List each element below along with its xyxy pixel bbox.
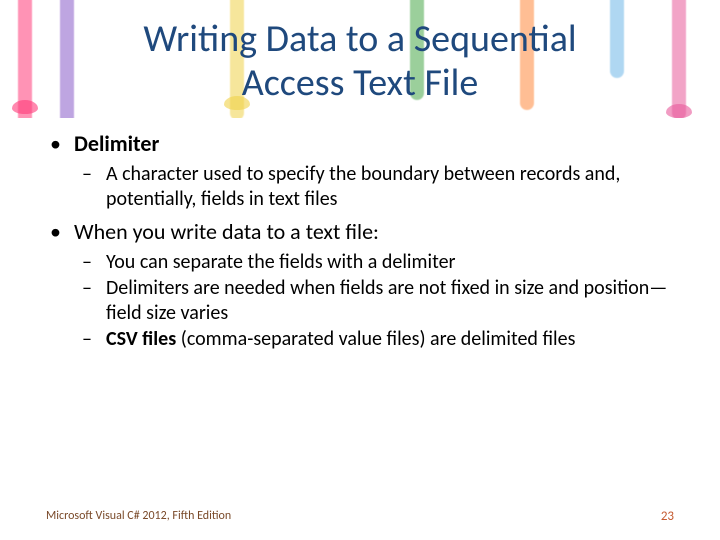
bullet-label: Delimiter [74, 130, 159, 157]
title-line-1: Writing Data to a Sequential [143, 16, 576, 62]
bullet-write-data: When you write data to a text file: You … [46, 219, 674, 351]
bullet-delimiter: Delimiter A character used to specify th… [46, 131, 674, 211]
slide-title: Writing Data to a Sequential Access Text… [0, 0, 720, 105]
bullet-label: When you write data to a text file: [74, 218, 379, 245]
sub-bullet: CSV files (comma-separated value files) … [74, 327, 674, 351]
sub-bullet: You can separate the fields with a delim… [74, 250, 674, 274]
page-number: 23 [661, 509, 674, 524]
title-line-2: Access Text File [242, 60, 479, 106]
csv-rest: (comma-separated value files) are delimi… [176, 327, 575, 351]
sub-bullet: Delimiters are needed when fields are no… [74, 276, 674, 325]
footer-book-title: Microsoft Visual C# 2012, Fifth Edition [46, 509, 231, 524]
slide-body: Delimiter A character used to specify th… [0, 105, 720, 351]
slide-footer: Microsoft Visual C# 2012, Fifth Edition … [46, 509, 674, 524]
sub-bullet: A character used to specify the boundary… [74, 162, 674, 211]
csv-term: CSV files [106, 327, 176, 351]
